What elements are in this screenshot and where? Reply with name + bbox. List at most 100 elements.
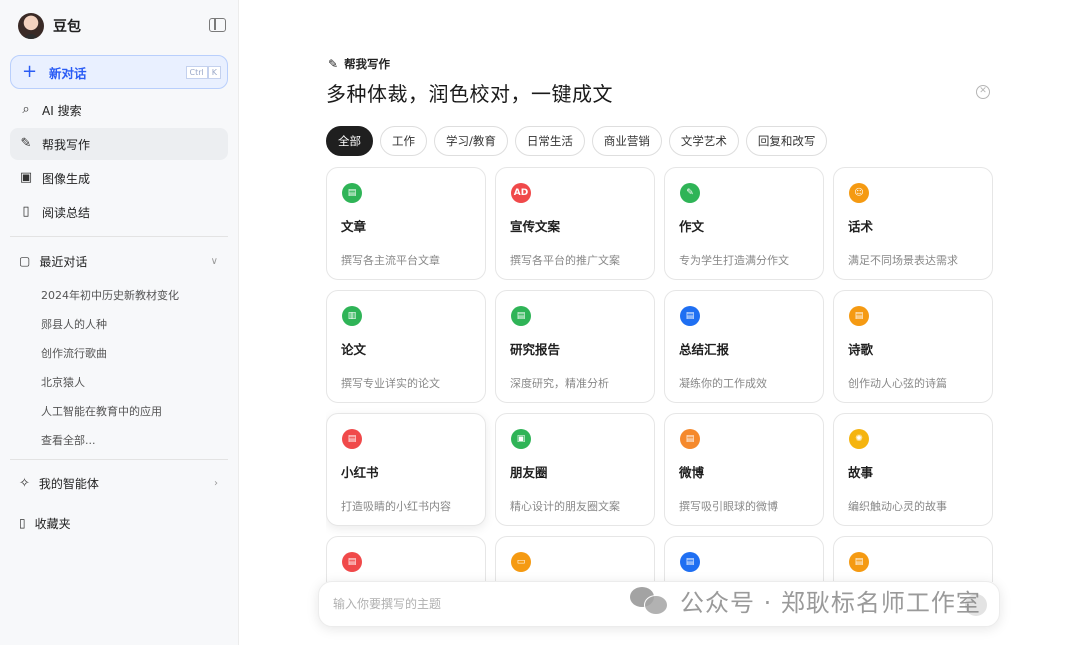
sidebar-item-label: 收藏夹: [34, 516, 71, 531]
shortcut-key-ctrl: Ctrl: [185, 66, 208, 79]
category-tabs: 全部 工作 学习/教育 日常生活 商业营销 文学艺术 回复和改写: [326, 126, 828, 156]
close-icon[interactable]: ✕: [976, 85, 990, 99]
template-card-icon: ✎: [680, 183, 700, 203]
template-card-desc: 撰写吸引眼球的微博: [679, 500, 778, 513]
sidebar-item-favorites[interactable]: ▯ 收藏夹: [10, 509, 228, 537]
template-card-icon: AD: [511, 183, 531, 203]
sidebar: 豆包 + 新对话 Ctrl K ⌕ AI 搜索 ✎ 帮我写作 ▣ 图像生成 ▯ …: [0, 0, 239, 645]
template-card[interactable]: ▤ 诗歌创作动人心弦的诗篇: [833, 290, 993, 403]
sidebar-item-reading[interactable]: ▯ 阅读总结: [10, 196, 228, 228]
sidebar-item-image[interactable]: ▣ 图像生成: [10, 162, 228, 194]
template-card-title: 诗歌: [848, 342, 874, 357]
template-card-desc: 撰写各主流平台文章: [341, 254, 440, 267]
sparkle-icon: ✧: [19, 475, 30, 491]
template-card-icon: ▤: [849, 552, 869, 572]
tab-work[interactable]: 工作: [380, 126, 427, 156]
image-icon: ▣: [19, 170, 33, 185]
template-card[interactable]: ▤: [664, 536, 824, 582]
search-icon: ⌕: [22, 102, 30, 117]
new-chat-button[interactable]: + 新对话 Ctrl K: [10, 55, 228, 89]
template-card[interactable]: ▤ 小红书 打造吸睛的小红书内容: [326, 413, 486, 526]
template-card[interactable]: ▤ 文章撰写各主流平台文章: [326, 167, 486, 280]
template-card-title: 话术: [848, 219, 874, 234]
template-card[interactable]: ▤ 微博撰写吸引眼球的微博: [664, 413, 824, 526]
template-card-title: 小红书: [341, 465, 379, 480]
page-title: 多种体裁，润色校对，一键成文: [326, 82, 613, 106]
tab-marketing[interactable]: 商业营销: [591, 126, 662, 156]
template-card-desc: 创作动人心弦的诗篇: [848, 377, 947, 390]
pen-icon: ✎: [20, 136, 32, 151]
template-card-title: 故事: [848, 465, 874, 480]
recent-chat-item[interactable]: 2024年初中历史新教材变化: [41, 287, 179, 303]
sidebar-item-write[interactable]: ✎ 帮我写作: [10, 128, 228, 160]
main-panel: ✎ 帮我写作 多种体裁，润色校对，一键成文 ✕ 全部 工作 学习/教育 日常生活…: [240, 0, 1080, 645]
brand-name: 豆包: [53, 19, 81, 35]
template-card[interactable]: AD 宣传文案 撰写各平台的推广文案: [495, 167, 655, 280]
template-card-title: 宣传文案: [510, 219, 561, 234]
template-card-icon: ▤: [680, 306, 700, 326]
template-card-desc: 专为学生打造满分作文: [679, 254, 789, 267]
sidebar-item-label: 我的智能体: [38, 476, 99, 491]
template-card-icon: ▤: [849, 306, 869, 326]
template-card-title: 作文: [679, 219, 705, 234]
wechat-icon: [630, 585, 670, 617]
recent-chats-header[interactable]: ▢ 最近对话 ∨: [10, 247, 228, 275]
template-card[interactable]: ▭: [495, 536, 655, 582]
avatar: [18, 13, 44, 39]
sidebar-item-ai-search[interactable]: ⌕ AI 搜索: [10, 94, 228, 126]
template-card-desc: 深度研究，精准分析: [510, 377, 609, 390]
shortcut-key-k: K: [207, 66, 221, 79]
bookmark-icon: ▯: [19, 516, 26, 530]
template-card-icon: ▤: [342, 552, 362, 572]
sidebar-item-label: 阅读总结: [42, 205, 91, 220]
template-card-icon: ▤: [680, 552, 700, 572]
plus-icon: +: [22, 61, 38, 82]
template-card[interactable]: ✺ 故事编织触动心灵的故事: [833, 413, 993, 526]
recent-chat-item[interactable]: 创作流行歌曲: [41, 345, 107, 361]
recent-chat-item[interactable]: 北京猿人: [41, 374, 85, 390]
template-grid: ▤ 文章 撰写各主流平台文章 AD 宣传文案 撰写各平台的推广文案 ✎ 作文 专为学生打造满分作…: [326, 167, 994, 582]
template-card-icon: ✺: [849, 429, 869, 449]
template-card-desc: 编织触动心灵的故事: [848, 500, 947, 513]
book-icon: ▯: [22, 204, 30, 219]
template-card-title: 朋友圈: [510, 465, 548, 480]
template-card-icon: ▤: [680, 429, 700, 449]
template-card[interactable]: ▤: [833, 536, 993, 582]
tab-reply-rewrite[interactable]: 回复和改写: [745, 126, 828, 156]
view-all-chats-link[interactable]: 查看全部...: [41, 432, 96, 448]
tab-literature-art[interactable]: 文学艺术: [668, 126, 739, 156]
write-mode-label: 帮我写作: [344, 57, 391, 71]
recent-chats-label: 最近对话: [39, 254, 88, 269]
template-card-title: 文章: [341, 219, 367, 234]
sidebar-collapse-icon[interactable]: [209, 18, 226, 32]
recent-chat-item[interactable]: 人工智能在教育中的应用: [41, 403, 162, 419]
template-card[interactable]: ▤ 研究报告 深度研究，精准分析: [495, 290, 655, 403]
tab-study[interactable]: 学习/教育: [434, 126, 508, 156]
template-card-desc: 凝练你的工作成效: [679, 377, 767, 390]
chat-bubble-icon: ▢: [19, 254, 31, 268]
template-card[interactable]: ☺ 话术 满足不同场景表达需求: [833, 167, 993, 280]
template-card[interactable]: ▤: [326, 536, 486, 582]
write-mode-tag: ✎ 帮我写作: [328, 56, 390, 72]
watermark-text: 公众号 · 郑耿标名师工作室: [680, 589, 981, 617]
chevron-down-icon[interactable]: ∨: [211, 256, 218, 267]
template-card-icon: ▤: [342, 183, 362, 203]
template-card[interactable]: ✎ 作文专为学生打造满分作文: [664, 167, 824, 280]
tab-daily-life[interactable]: 日常生活: [514, 126, 585, 156]
brand[interactable]: 豆包: [18, 10, 81, 42]
divider: [10, 459, 228, 460]
tab-all[interactable]: 全部: [326, 126, 373, 156]
template-card[interactable]: ▤ 总结汇报 凝练你的工作成效: [664, 290, 824, 403]
template-card-title: 微博: [679, 465, 705, 480]
template-card-icon: ▤: [511, 306, 531, 326]
recent-chat-item[interactable]: 郧县人的人种: [41, 316, 107, 332]
template-card-icon: ▭: [511, 552, 531, 572]
template-card-desc: 打造吸睛的小红书内容: [341, 500, 451, 513]
template-card-icon: ▥: [342, 306, 362, 326]
chevron-right-icon: ›: [214, 477, 218, 489]
template-card[interactable]: ▣ 朋友圈 精心设计的朋友圈文案: [495, 413, 655, 526]
sidebar-item-my-agents[interactable]: ✧ 我的智能体 ›: [10, 469, 228, 497]
pen-icon: ✎: [328, 57, 339, 71]
template-card[interactable]: ▥ 论文 撰写专业详实的论文: [326, 290, 486, 403]
watermark: 公众号 · 郑耿标名师工作室: [630, 583, 981, 618]
